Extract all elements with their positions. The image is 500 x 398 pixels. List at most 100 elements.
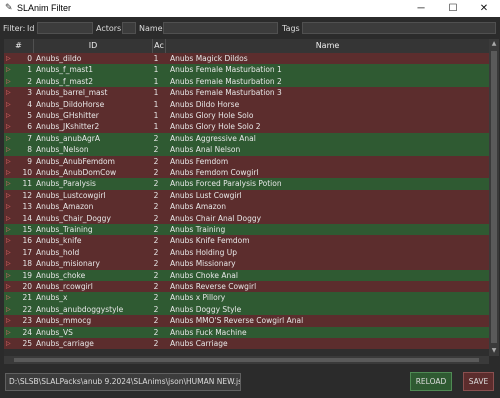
row-actors: 1 (153, 65, 159, 75)
row-id: Anubs_anubdoggystyle (36, 304, 124, 314)
row-name: Anubs Holding Up (170, 247, 237, 257)
expand-arrow-icon[interactable]: ▷ (6, 99, 14, 110)
table-row[interactable]: ▷ 5 Anubs_GHshitter 1 Anubs Glory Hole Solo (4, 110, 489, 122)
expand-arrow-icon[interactable]: ▷ (6, 258, 14, 269)
actors-filter-input[interactable] (122, 22, 136, 34)
table-row[interactable]: ▷ 3 Anubs_barrel_mast 1 Anubs Female Masturb… (4, 87, 489, 99)
table-row[interactable]: ▷ 11 Anubs_Paralysis 2 Anubs Forced Paralysi… (4, 178, 489, 190)
table-row[interactable]: ▷ 21 Anubs_x 2 Anubs x Pillory (4, 292, 489, 304)
table-row[interactable]: ▷ 23 Anubs_mmocg 2 Anubs MMO'S Reverse Cowgi… (4, 315, 489, 327)
row-id: Anubs_Training (36, 225, 93, 234)
expand-arrow-icon[interactable]: ▷ (6, 224, 14, 235)
table-row[interactable]: ▷ 13 Anubs_Amazon 2 Anubs Amazon (4, 201, 489, 213)
header-number[interactable]: # (4, 39, 34, 53)
vertical-scrollbar[interactable]: ▲ ▼ (489, 39, 499, 356)
table-row[interactable]: ▷ 25 Anubs_carriage 2 Anubs Carriage (4, 338, 489, 350)
expand-arrow-icon[interactable]: ▷ (6, 292, 14, 303)
expand-arrow-icon[interactable]: ▷ (6, 270, 14, 281)
table-row[interactable]: ▷ 22 Anubs_anubdoggystyle 2 Anubs Doggy Styl… (4, 303, 489, 316)
file-path-field[interactable]: D:\SLSB\SLALPacks\anub 9.2024\SLAnims\js… (5, 373, 241, 391)
row-number: 0 (27, 54, 32, 63)
vertical-scroll-thumb[interactable] (491, 51, 497, 343)
expand-arrow-icon[interactable]: ▷ (6, 53, 14, 64)
table-row[interactable]: ▷ 12 Anubs_Lustcowgirl 2 Anubs Lust Cowgirl (4, 189, 489, 202)
row-name: Anubs Chair Anal Doggy (170, 213, 262, 223)
expand-arrow-icon[interactable]: ▷ (6, 144, 14, 155)
table-row[interactable]: ▷ 1 Anubs_f_mast1 1 Anubs Female Masturbatio… (4, 64, 489, 76)
expand-arrow-icon[interactable]: ▷ (6, 327, 14, 338)
row-number: 10 (22, 168, 32, 177)
scroll-up-icon[interactable]: ▲ (489, 39, 499, 49)
row-name: Anubs Anal Nelson (170, 145, 241, 155)
row-actors: 2 (153, 202, 159, 212)
name-filter-label: Name (139, 24, 163, 33)
row-id: Anubs_JKshitter2 (36, 122, 100, 132)
table-row[interactable]: ▷ 9 Anubs_AnubFemdom 2 Anubs Femdom (4, 155, 489, 167)
row-name: Anubs Forced Paralysis Potion (170, 179, 282, 189)
expand-arrow-icon[interactable]: ▷ (6, 213, 14, 224)
header-id[interactable]: ID (34, 39, 153, 53)
row-id: Anubs_Paralysis (36, 179, 96, 189)
table-row[interactable]: ▷ 2 Anubs_f_mast2 1 Anubs Female Masturbatio… (4, 75, 489, 88)
table-row[interactable]: ▷ 6 Anubs_JKshitter2 1 Anubs Glory Hole Solo… (4, 121, 489, 133)
id-filter-input[interactable] (37, 22, 93, 34)
table-row[interactable]: ▷ 8 Anubs_Nelson 2 Anubs Anal Nelson (4, 144, 489, 156)
expand-arrow-icon[interactable]: ▷ (6, 156, 14, 167)
expand-arrow-icon[interactable]: ▷ (6, 235, 14, 246)
table-row[interactable]: ▷ 4 Anubs_DildoHorse 1 Anubs Dildo Horse (4, 98, 489, 110)
expand-arrow-icon[interactable]: ▷ (6, 121, 14, 132)
table-row[interactable]: ▷ 16 Anubs_knife 2 Anubs Knife Femdom (4, 235, 489, 247)
reload-button[interactable]: RELOAD (410, 372, 452, 391)
name-filter-input[interactable] (163, 22, 278, 34)
expand-arrow-icon[interactable]: ▷ (6, 190, 14, 201)
row-id: Anubs_DildoHorse (36, 99, 105, 109)
row-actors: 2 (153, 179, 159, 189)
expand-arrow-icon[interactable]: ▷ (6, 247, 14, 258)
expand-arrow-icon[interactable]: ▷ (6, 76, 14, 87)
save-button[interactable]: SAVE (463, 372, 494, 391)
scroll-down-icon[interactable]: ▼ (489, 346, 499, 356)
header-actors[interactable]: Ac (153, 39, 166, 53)
table-row[interactable]: ▷ 0 Anubs_dildo 1 Anubs Magick Dildos (4, 53, 489, 65)
row-name: Anubs Femdom (170, 156, 229, 166)
row-id: Anubs_misionary (36, 259, 100, 269)
table-row[interactable]: ▷ 20 Anubs_rcowgirl 2 Anubs Reverse Cowgirl (4, 281, 489, 293)
expand-arrow-icon[interactable]: ▷ (6, 167, 14, 178)
expand-arrow-icon[interactable]: ▷ (6, 178, 14, 189)
header-name[interactable]: Name (166, 39, 489, 53)
row-id: Anubs_choke (36, 270, 86, 280)
expand-arrow-icon[interactable]: ▷ (6, 64, 14, 75)
table-row[interactable]: ▷ 24 Anubs_VS 2 Anubs Fuck Machine (4, 326, 489, 338)
minimize-button[interactable]: ─ (405, 0, 437, 17)
table-row[interactable]: ▷ 14 Anubs_Chair_Doggy 2 Anubs Chair Anal Do… (4, 212, 489, 224)
horizontal-scrollbar[interactable] (4, 356, 489, 364)
table-row[interactable]: ▷ 19 Anubs_choke 2 Anubs Choke Anal (4, 269, 489, 281)
row-actors: 2 (153, 145, 159, 155)
table-row[interactable]: ▷ 10 Anubs_AnubDomCow 2 Anubs Femdom Cowgirl (4, 167, 489, 179)
expand-arrow-icon[interactable]: ▷ (6, 281, 14, 292)
row-name: Anubs Fuck Machine (170, 327, 247, 337)
table-row[interactable]: ▷ 18 Anubs_misionary 2 Anubs Missionary (4, 258, 489, 270)
table-row[interactable]: ▷ 7 Anubs_anubAgrA 2 Anubs Aggressive Anal (4, 132, 489, 145)
expand-arrow-icon[interactable]: ▷ (6, 87, 14, 98)
expand-arrow-icon[interactable]: ▷ (6, 315, 14, 326)
row-name: Anubs Glory Hole Solo 2 (170, 122, 261, 132)
horizontal-scroll-thumb[interactable] (14, 358, 479, 362)
row-actors: 1 (153, 76, 159, 86)
row-id: Anubs_GHshitter (36, 111, 99, 120)
row-number: 3 (27, 88, 32, 98)
row-id: Anubs_AnubFemdom (36, 156, 115, 166)
row-actors: 2 (153, 270, 159, 280)
close-button[interactable]: ✕ (468, 0, 500, 17)
row-name: Anubs Femdom Cowgirl (170, 168, 259, 177)
tags-filter-input[interactable] (302, 22, 496, 34)
expand-arrow-icon[interactable]: ▷ (6, 338, 14, 349)
table-row[interactable]: ▷ 17 Anubs_hold 2 Anubs Holding Up (4, 246, 489, 259)
expand-arrow-icon[interactable]: ▷ (6, 304, 14, 315)
maximize-button[interactable]: ☐ (437, 0, 469, 17)
expand-arrow-icon[interactable]: ▷ (6, 201, 14, 212)
expand-arrow-icon[interactable]: ▷ (6, 110, 14, 121)
row-name: Anubs Female Masturbation 3 (170, 88, 282, 98)
expand-arrow-icon[interactable]: ▷ (6, 133, 14, 144)
table-row[interactable]: ▷ 15 Anubs_Training 2 Anubs Training (4, 224, 489, 236)
